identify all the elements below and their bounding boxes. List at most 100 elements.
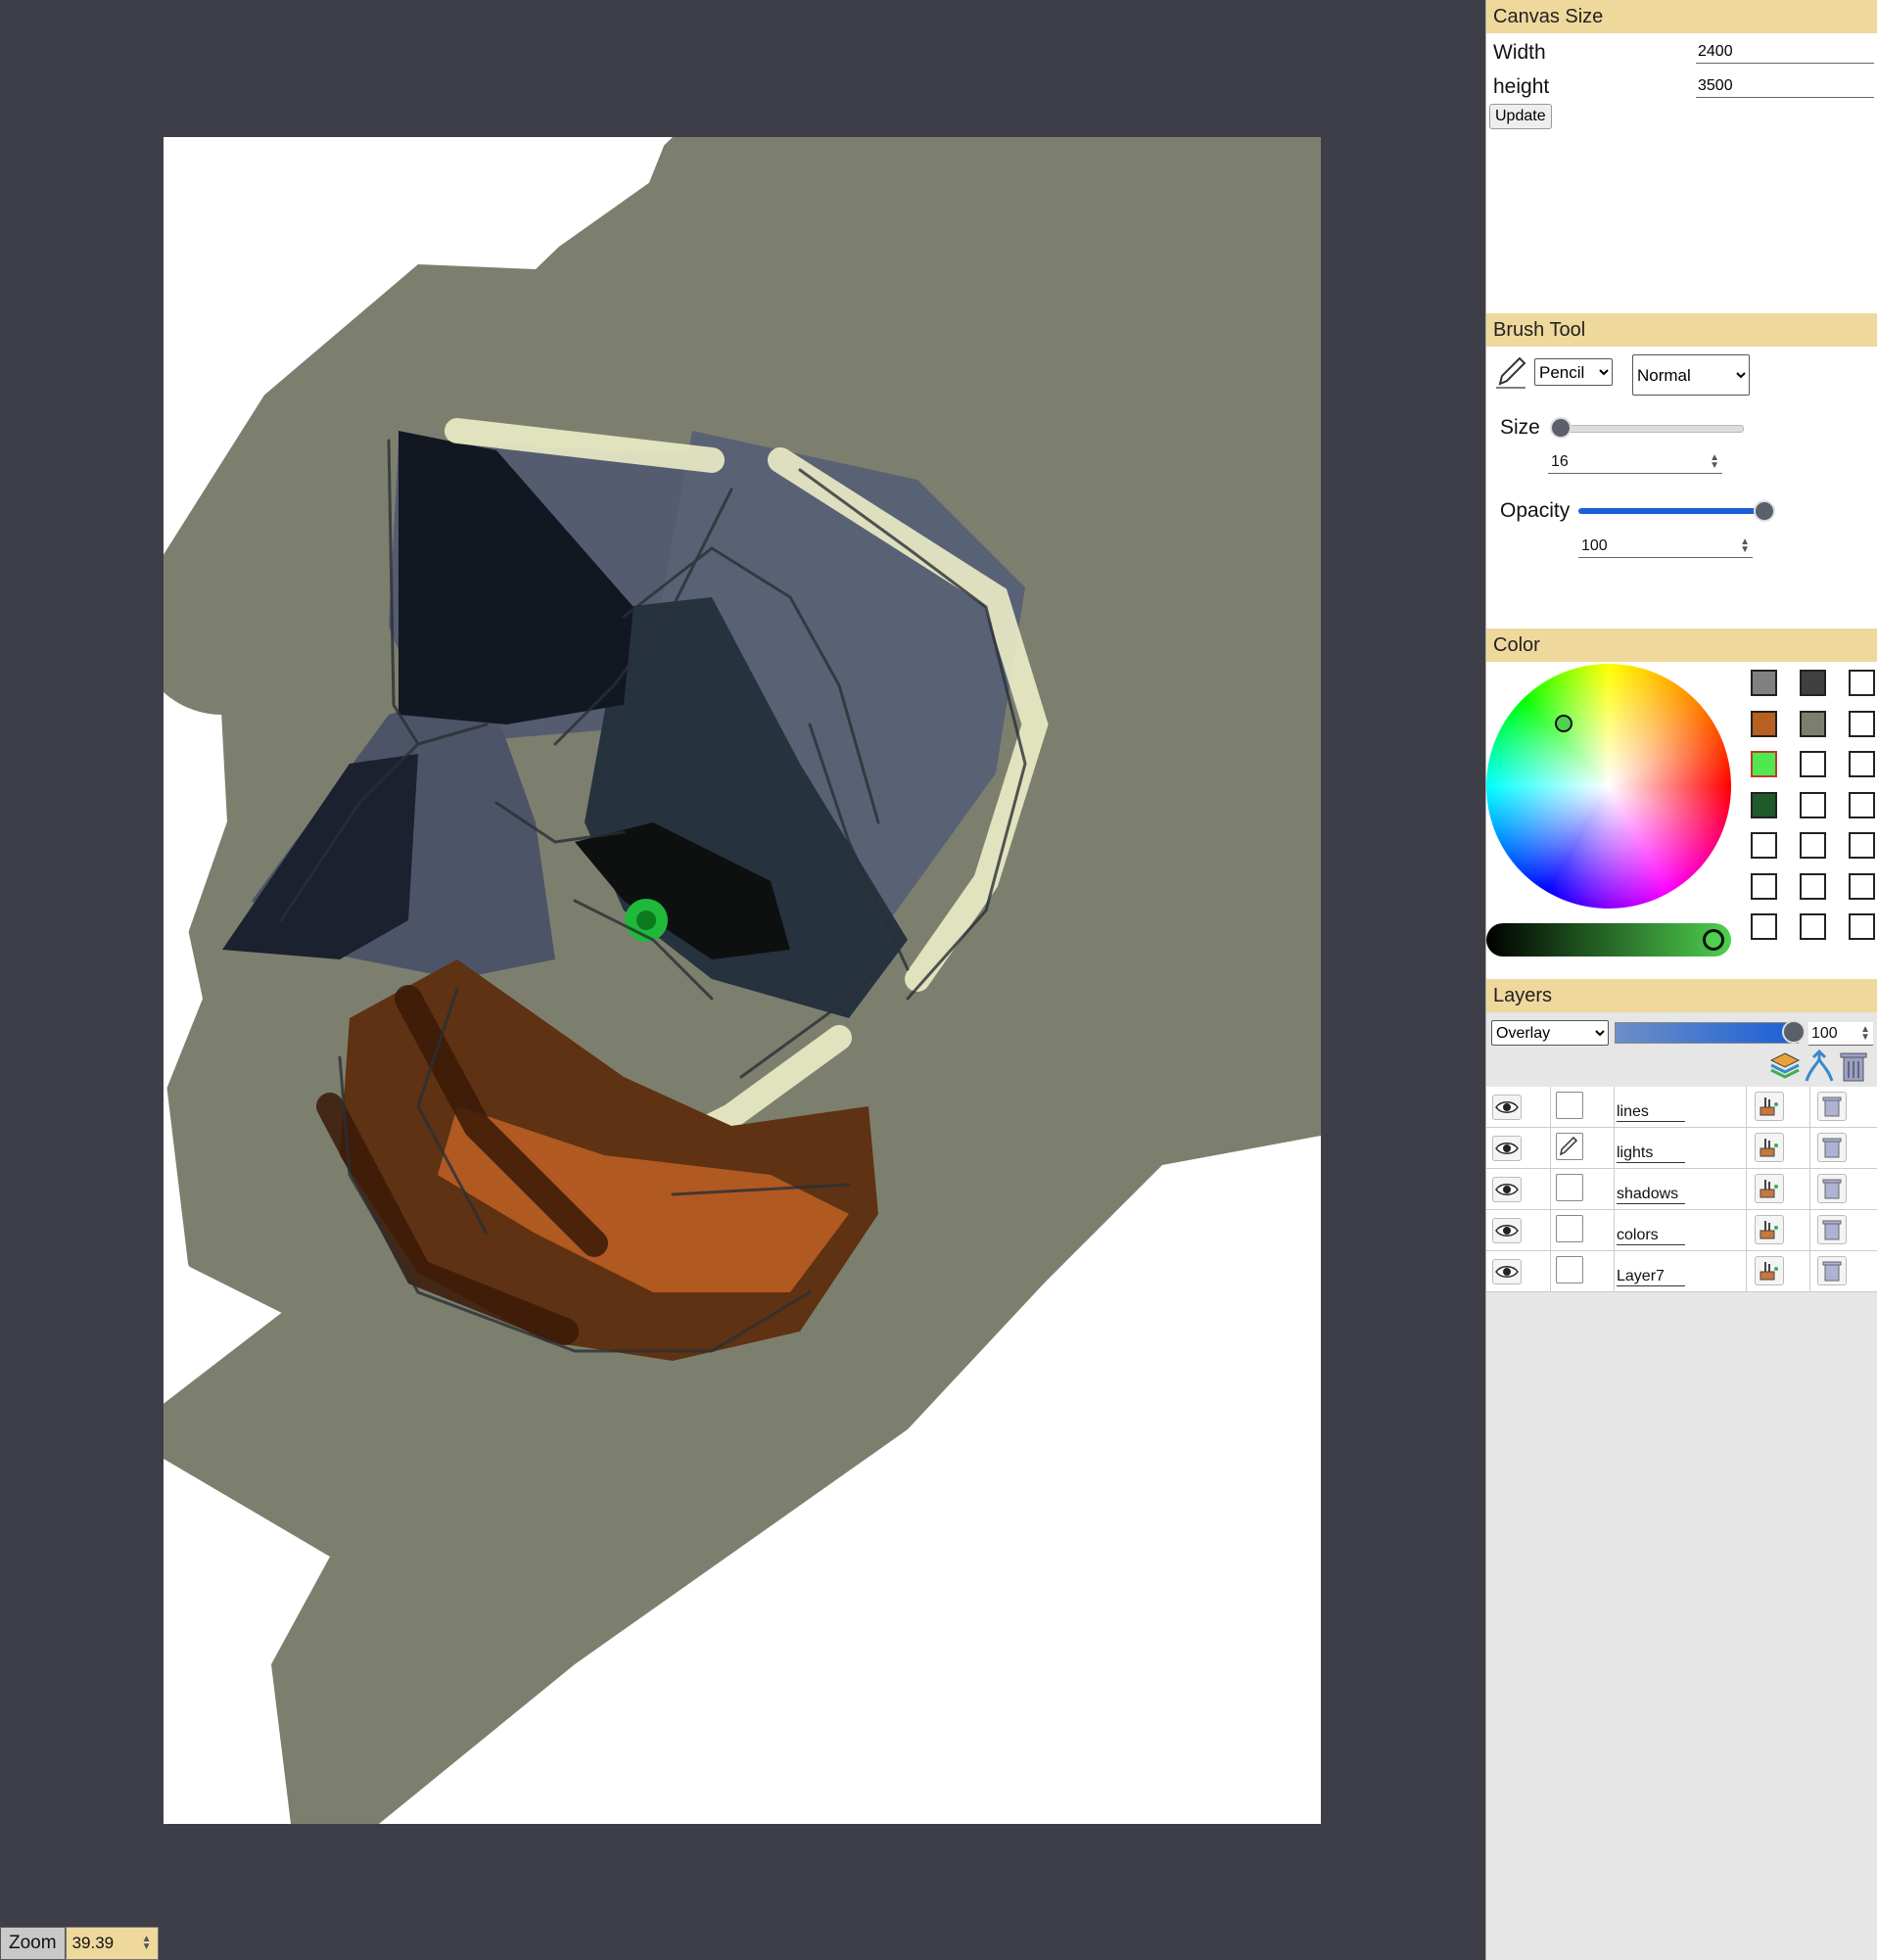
- color-swatch[interactable]: [1751, 751, 1777, 777]
- layer-edit-toggle[interactable]: [1556, 1174, 1583, 1201]
- opacity-input[interactable]: 100 ▲ ▼: [1578, 535, 1753, 558]
- size-slider-thumb[interactable]: [1549, 417, 1572, 439]
- layer-edit-toggle[interactable]: [1556, 1256, 1583, 1283]
- layer-edit-toggle[interactable]: [1556, 1133, 1583, 1160]
- color-swatch[interactable]: [1849, 791, 1875, 818]
- visibility-eye-icon[interactable]: [1492, 1095, 1522, 1120]
- brush-tool-panel: Brush Tool Pencil Normal Size 16 ▲ ▼ Opac…: [1486, 313, 1877, 630]
- layer-opacity-input[interactable]: 100 ▲ ▼: [1808, 1022, 1873, 1046]
- layer-properties-icon[interactable]: [1755, 1133, 1784, 1162]
- height-input[interactable]: [1696, 75, 1874, 98]
- canvas-size-title: Canvas Size: [1486, 0, 1877, 33]
- color-swatch[interactable]: [1849, 751, 1875, 777]
- layer-name[interactable]: colors: [1617, 1227, 1685, 1245]
- opacity-slider-thumb[interactable]: [1754, 500, 1775, 522]
- layer-edit-toggle[interactable]: [1556, 1215, 1583, 1242]
- layer-properties-icon[interactable]: [1755, 1215, 1784, 1244]
- side-panel: Canvas Size Width height Update Brush To…: [1485, 0, 1877, 1960]
- color-swatch[interactable]: [1751, 710, 1777, 737]
- layer-delete-icon[interactable]: [1817, 1174, 1847, 1203]
- pencil-icon: [1496, 356, 1526, 389]
- color-title: Color: [1486, 629, 1877, 662]
- color-swatch[interactable]: [1751, 913, 1777, 940]
- zoom-spinner-icon[interactable]: ▲ ▼: [142, 1935, 152, 1952]
- layer-row[interactable]: colors: [1486, 1210, 1877, 1251]
- color-swatch[interactable]: [1751, 670, 1777, 696]
- opacity-slider-track[interactable]: [1578, 508, 1764, 514]
- layer-opacity-slider[interactable]: [1615, 1022, 1799, 1044]
- layer-blend-select[interactable]: Overlay: [1491, 1020, 1609, 1046]
- width-label: Width: [1493, 41, 1546, 64]
- color-swatch[interactable]: [1751, 832, 1777, 859]
- merge-layer-icon[interactable]: [1803, 1050, 1836, 1083]
- layer-name[interactable]: shadows: [1617, 1186, 1685, 1204]
- add-layer-icon[interactable]: [1768, 1050, 1802, 1083]
- workspace[interactable]: Zoom 39.39 ▲ ▼: [0, 0, 1485, 1960]
- color-swatch[interactable]: [1849, 670, 1875, 696]
- layer-row[interactable]: lines: [1486, 1087, 1877, 1128]
- color-swatch[interactable]: [1800, 670, 1826, 696]
- color-swatch[interactable]: [1800, 751, 1826, 777]
- brightness-thumb[interactable]: [1703, 929, 1724, 951]
- size-slider-track[interactable]: [1553, 425, 1744, 433]
- color-swatch[interactable]: [1849, 710, 1875, 737]
- layer-delete-icon[interactable]: [1817, 1256, 1847, 1285]
- layer-name[interactable]: lines: [1617, 1103, 1685, 1122]
- zoom-input[interactable]: 39.39 ▲ ▼: [65, 1927, 159, 1960]
- color-panel: Color: [1486, 629, 1877, 980]
- layer-opacity-spinner-icon[interactable]: ▲ ▼: [1860, 1024, 1870, 1042]
- layer-properties-icon[interactable]: [1755, 1256, 1784, 1285]
- blend-mode-select[interactable]: Normal: [1632, 354, 1750, 396]
- color-swatch[interactable]: [1849, 832, 1875, 859]
- visibility-eye-icon[interactable]: [1492, 1259, 1522, 1284]
- visibility-eye-icon[interactable]: [1492, 1177, 1522, 1202]
- layer-delete-icon[interactable]: [1817, 1092, 1847, 1121]
- layer-row[interactable]: shadows: [1486, 1169, 1877, 1210]
- size-value: 16: [1551, 452, 1569, 470]
- size-spinner-icon[interactable]: ▲ ▼: [1710, 452, 1719, 470]
- color-swatch[interactable]: [1751, 872, 1777, 900]
- color-swatch[interactable]: [1800, 791, 1826, 818]
- zoom-value: 39.39: [71, 1934, 115, 1952]
- layer-row[interactable]: Layer7: [1486, 1251, 1877, 1292]
- layer-name[interactable]: lights: [1617, 1144, 1685, 1163]
- width-input[interactable]: [1696, 41, 1874, 64]
- color-swatch[interactable]: [1800, 872, 1826, 900]
- artwork: [164, 137, 1321, 1824]
- layer-properties-icon[interactable]: [1755, 1174, 1784, 1203]
- color-swatch[interactable]: [1800, 710, 1826, 737]
- zoom-control: Zoom 39.39 ▲ ▼: [0, 1927, 159, 1960]
- color-wheel[interactable]: [1486, 664, 1731, 909]
- layers-list: lines lights shadows colors Layer7: [1486, 1087, 1877, 1292]
- size-input[interactable]: 16 ▲ ▼: [1548, 450, 1722, 474]
- opacity-spinner-icon[interactable]: ▲ ▼: [1740, 537, 1750, 554]
- height-label: height: [1493, 75, 1550, 98]
- layer-row[interactable]: lights: [1486, 1128, 1877, 1169]
- layer-name[interactable]: Layer7: [1617, 1268, 1685, 1286]
- layer-delete-icon[interactable]: [1817, 1133, 1847, 1162]
- visibility-eye-icon[interactable]: [1492, 1218, 1522, 1243]
- layers-title: Layers: [1486, 979, 1877, 1012]
- layer-properties-icon[interactable]: [1755, 1092, 1784, 1121]
- opacity-value: 100: [1581, 537, 1608, 554]
- color-swatch[interactable]: [1800, 832, 1826, 859]
- layer-opacity-thumb[interactable]: [1782, 1020, 1806, 1044]
- layer-edit-toggle[interactable]: [1556, 1092, 1583, 1119]
- layer-delete-icon[interactable]: [1817, 1215, 1847, 1244]
- size-label: Size: [1500, 416, 1540, 439]
- color-swatch[interactable]: [1751, 791, 1777, 818]
- pencil-icon: [1559, 1136, 1578, 1156]
- color-swatch[interactable]: [1800, 913, 1826, 940]
- color-swatch[interactable]: [1849, 872, 1875, 900]
- color-swatch[interactable]: [1849, 913, 1875, 940]
- canvas-size-panel: Canvas Size Width height Update: [1486, 0, 1877, 314]
- color-wheel-picker[interactable]: [1555, 715, 1572, 732]
- layer-opacity-value: 100: [1811, 1024, 1838, 1042]
- drawing-canvas[interactable]: [164, 137, 1321, 1824]
- delete-layer-icon[interactable]: [1839, 1050, 1868, 1083]
- zoom-label: Zoom: [0, 1927, 66, 1960]
- update-button[interactable]: Update: [1489, 104, 1552, 129]
- tool-select[interactable]: Pencil: [1534, 358, 1613, 386]
- visibility-eye-icon[interactable]: [1492, 1136, 1522, 1161]
- brightness-slider[interactable]: [1486, 923, 1731, 957]
